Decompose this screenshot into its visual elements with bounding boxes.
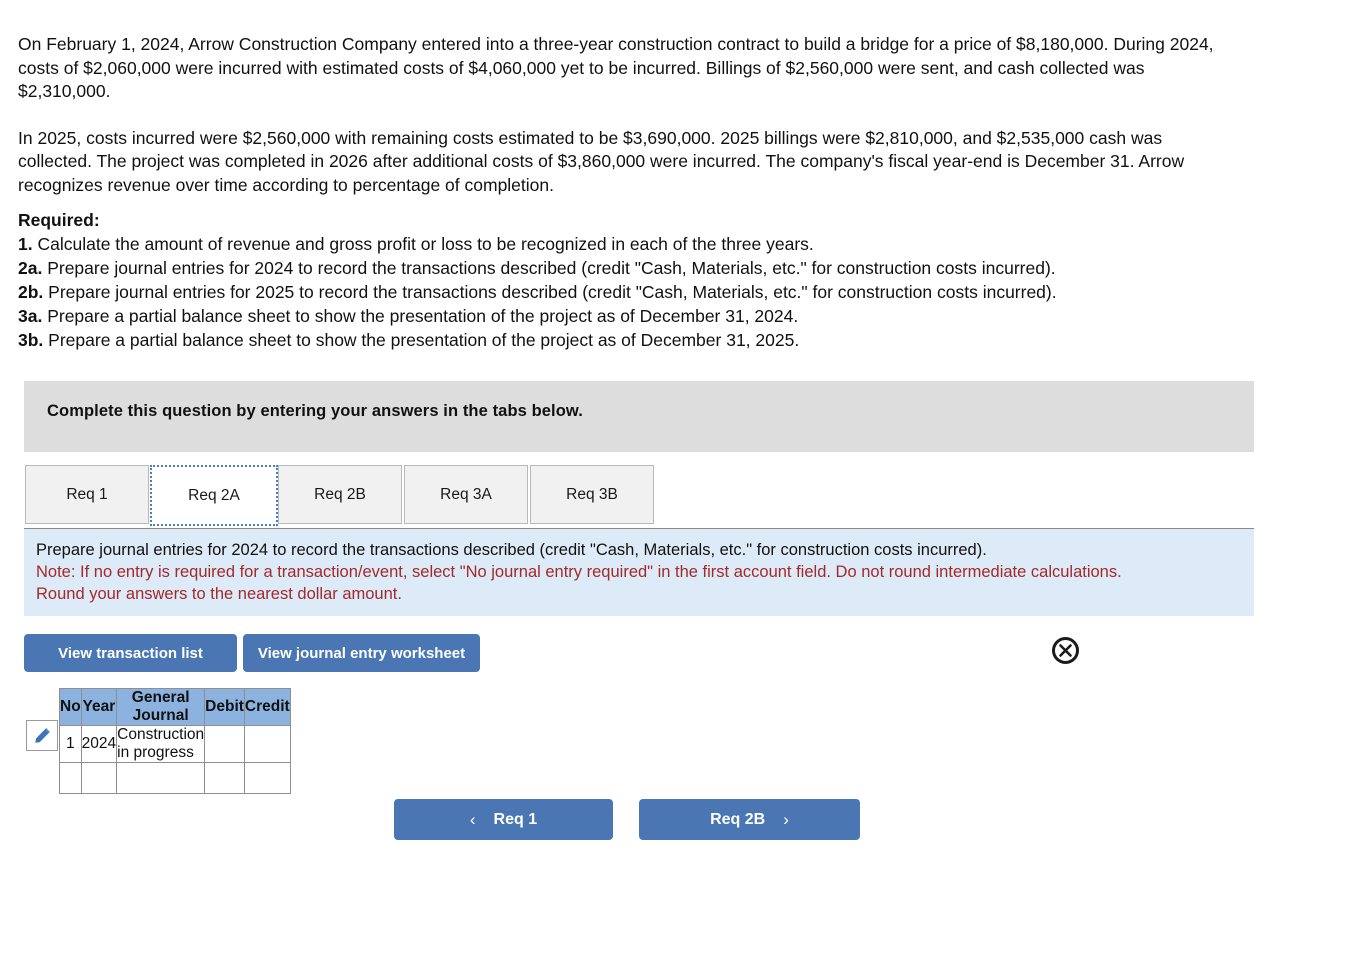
view-journal-entry-worksheet-button[interactable]: View journal entry worksheet <box>243 634 480 672</box>
requirement-number-3a: 3a. <box>18 306 43 326</box>
requirement-text-2b: Prepare journal entries for 2025 to reco… <box>48 282 1057 302</box>
tab-req-3a-label: Req 3A <box>440 485 492 503</box>
tab-req-3b[interactable]: Req 3B <box>530 465 654 524</box>
requirement-text-1: Calculate the amount of revenue and gros… <box>37 234 814 254</box>
tab-req-2b[interactable]: Req 2B <box>278 465 402 524</box>
requirement-number-1: 1. <box>18 234 33 254</box>
banner-text: Complete this question by entering your … <box>47 402 583 420</box>
table-row[interactable] <box>59 762 291 794</box>
cell-debit[interactable] <box>204 725 245 763</box>
tab-req-3b-label: Req 3B <box>566 485 618 503</box>
journal-entry-table: No Year General Journal Debit Credit 1 2… <box>59 688 291 794</box>
cell-no <box>59 762 82 794</box>
requirement-item-2b: 2b. Prepare journal entries for 2025 to … <box>18 280 1308 304</box>
tab-req-1-label: Req 1 <box>66 485 108 503</box>
column-header-general-journal: General Journal <box>116 688 206 726</box>
cell-general-journal[interactable] <box>116 762 206 794</box>
problem-narrative: On February 1, 2024, Arrow Construction … <box>18 33 1230 198</box>
next-req-button[interactable]: Req 2B › <box>639 799 860 840</box>
required-section: Required: 1. Calculate the amount of rev… <box>18 208 1308 352</box>
table-header-row: No Year General Journal Debit Credit <box>59 688 291 726</box>
complete-question-banner: Complete this question by entering your … <box>24 381 1254 452</box>
chevron-left-icon: ‹ <box>469 810 476 829</box>
column-header-debit: Debit <box>204 688 245 726</box>
requirement-item-1: 1. Calculate the amount of revenue and g… <box>18 232 1308 256</box>
cell-credit[interactable] <box>243 762 291 794</box>
previous-req-label: Req 1 <box>493 810 538 828</box>
requirement-number-2a: 2a. <box>18 258 43 278</box>
narrative-paragraph-2: In 2025, costs incurred were $2,560,000 … <box>18 127 1185 195</box>
requirement-text-2a: Prepare journal entries for 2024 to reco… <box>47 258 1056 278</box>
instruction-note-text: Note: If no entry is required for a tran… <box>36 563 1122 603</box>
instruction-main-text: Prepare journal entries for 2024 to reco… <box>36 541 987 559</box>
cell-credit[interactable] <box>243 725 291 763</box>
question-page: On February 1, 2024, Arrow Construction … <box>0 0 1370 978</box>
tab-req-2a[interactable]: Req 2A <box>150 465 278 526</box>
cell-general-journal[interactable]: Construction in progress <box>116 725 206 763</box>
requirement-text-3b: Prepare a partial balance sheet to show … <box>48 330 800 350</box>
requirement-text-3a: Prepare a partial balance sheet to show … <box>47 306 799 326</box>
tab-req-3a[interactable]: Req 3A <box>404 465 528 524</box>
tab-req-1[interactable]: Req 1 <box>25 465 149 524</box>
view-transaction-list-button[interactable]: View transaction list <box>24 634 237 672</box>
requirement-item-3a: 3a. Prepare a partial balance sheet to s… <box>18 304 1308 328</box>
requirement-number-3b: 3b. <box>18 330 44 350</box>
cell-year <box>80 762 118 794</box>
table-row[interactable]: 1 2024 Construction in progress <box>59 725 291 763</box>
cell-year: 2024 <box>80 725 118 763</box>
tab-req-2b-label: Req 2B <box>314 485 366 503</box>
column-header-year: Year <box>80 688 118 726</box>
narrative-paragraph-1: On February 1, 2024, Arrow Construction … <box>18 34 1214 102</box>
tab-req-2a-label: Req 2A <box>188 486 240 504</box>
cell-debit[interactable] <box>204 762 245 794</box>
column-header-no: No <box>59 688 82 726</box>
chevron-right-icon: › <box>783 810 789 829</box>
pencil-icon <box>34 728 50 743</box>
close-circle-icon[interactable] <box>1051 636 1080 665</box>
requirement-item-3b: 3b. Prepare a partial balance sheet to s… <box>18 328 1308 352</box>
instruction-panel: Prepare journal entries for 2024 to reco… <box>24 528 1254 616</box>
requirement-number-2b: 2b. <box>18 282 44 302</box>
edit-row-button[interactable] <box>26 720 58 751</box>
requirement-item-2a: 2a. Prepare journal entries for 2024 to … <box>18 256 1308 280</box>
previous-req-button[interactable]: ‹ Req 1 <box>394 799 613 840</box>
cell-no: 1 <box>59 725 82 763</box>
next-req-label: Req 2B <box>710 810 766 828</box>
required-heading: Required: <box>18 210 100 230</box>
column-header-credit: Credit <box>243 688 291 726</box>
